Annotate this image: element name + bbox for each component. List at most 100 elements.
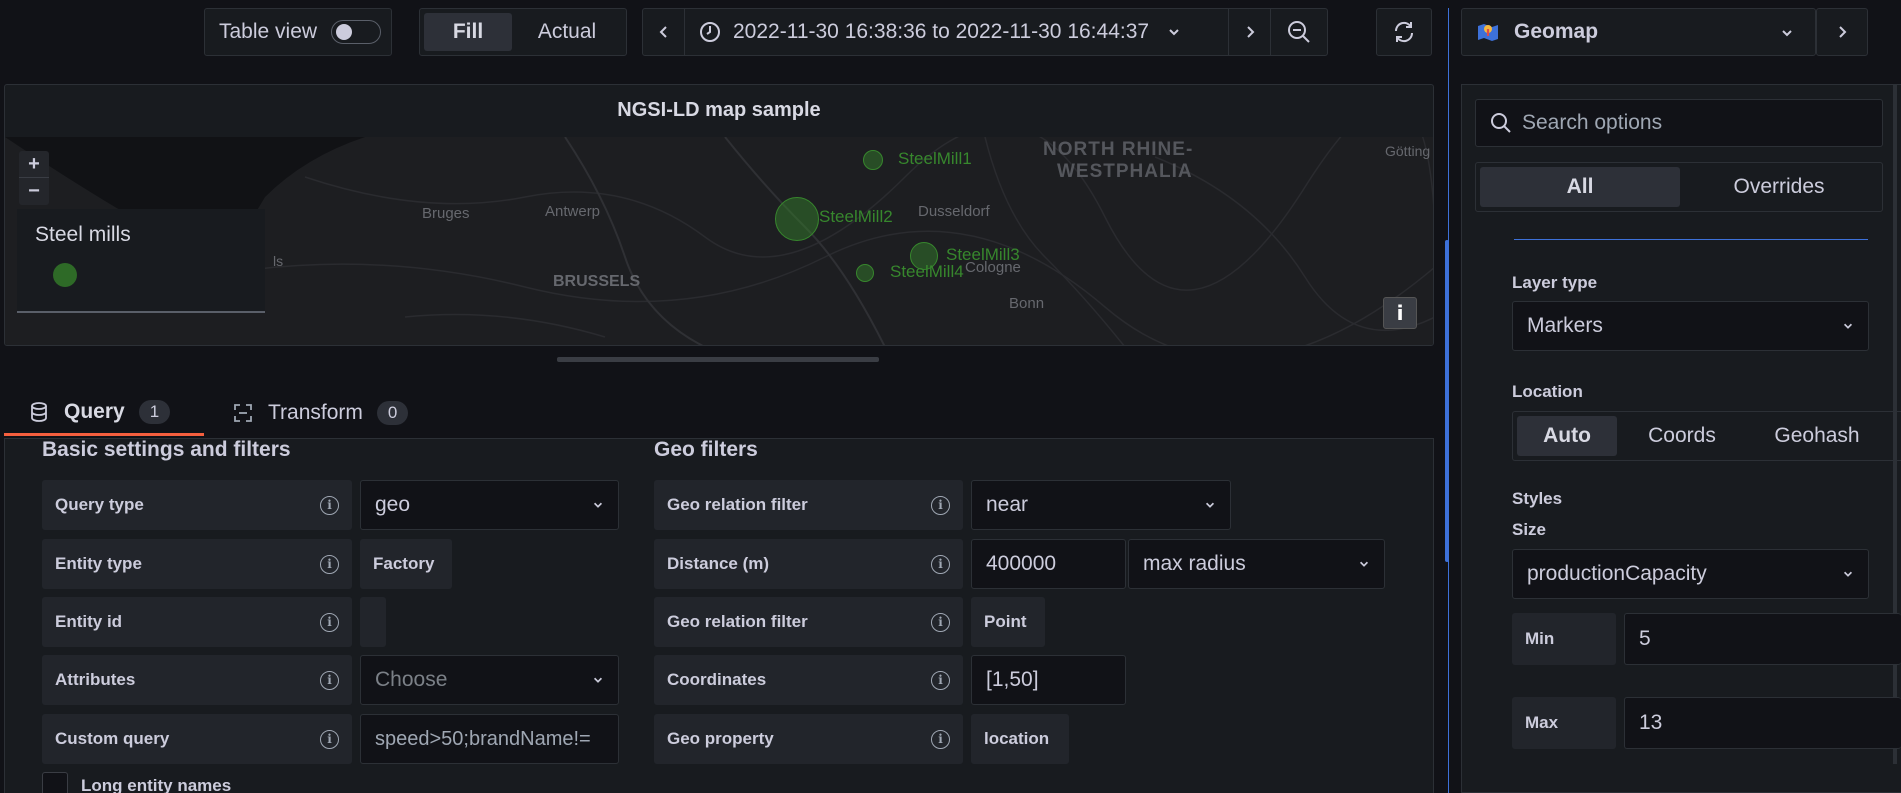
map-area[interactable]: NORTH RHINE- WESTPHALIA Bruges Antwerp D… [5, 137, 1433, 345]
query-type-label: Query type i [42, 480, 352, 530]
collapse-options-button[interactable] [1816, 8, 1868, 56]
location-coords[interactable]: Coords [1617, 416, 1747, 456]
coordinates-label: Coordinates i [654, 655, 963, 705]
section-divider [1514, 239, 1868, 240]
transform-icon [234, 404, 252, 422]
long-names-checkbox[interactable] [42, 772, 68, 793]
geometry-label: Geo relation filter i [654, 597, 963, 647]
basic-settings-title: Basic settings and filters [42, 438, 291, 461]
map-label-antwerp: Antwerp [545, 203, 601, 220]
location-auto[interactable]: Auto [1517, 416, 1617, 456]
table-view-toggle[interactable]: Table view [204, 8, 392, 56]
tab-transform[interactable]: Transform 0 [232, 390, 442, 436]
size-field-select[interactable]: productionCapacity [1512, 549, 1869, 599]
marker-steelmill1[interactable] [863, 150, 883, 170]
attributes-label-text: Attributes [55, 670, 136, 689]
geo-relation-value: near [986, 493, 1029, 516]
map-label-gottingen: Götting [1385, 143, 1431, 159]
viz-picker[interactable]: Geomap [1461, 8, 1816, 56]
location-mode-group: Auto Coords Geohash [1512, 411, 1901, 461]
coordinates-input[interactable]: [1,50] [971, 655, 1126, 705]
styles-label: Styles [1512, 489, 1563, 508]
layer-type-select[interactable]: Markers [1512, 301, 1869, 351]
tab-overrides[interactable]: Overrides [1680, 167, 1878, 207]
map-zoom-out-button[interactable]: − [19, 178, 49, 205]
map-label-region1: NORTH RHINE- [1043, 139, 1194, 160]
search-options-input[interactable]: Search options [1475, 99, 1883, 147]
marker-steelmill4[interactable] [856, 264, 874, 282]
tab-query-label: Query [64, 399, 125, 423]
custom-query-label: Custom query i [42, 714, 352, 764]
viz-name: Geomap [1514, 20, 1599, 43]
zoom-out-icon [1288, 21, 1310, 43]
geometry-value[interactable]: Point [971, 597, 1045, 647]
entity-id-input[interactable] [360, 597, 386, 647]
size-field-value: productionCapacity [1527, 562, 1707, 585]
time-range-picker: 2022-11-30 16:38:36 to 2022-11-30 16:44:… [642, 8, 1328, 56]
panel-title[interactable]: NGSI-LD map sample [5, 99, 1433, 122]
min-input[interactable]: 5 [1624, 613, 1901, 665]
panel-resize-handle[interactable] [557, 357, 879, 362]
marker-label-steelmill4: SteelMill4 [890, 262, 964, 281]
legend-marker [53, 263, 77, 287]
max-value: 13 [1639, 711, 1663, 734]
info-icon[interactable]: i [931, 729, 950, 749]
pane-divider[interactable] [1448, 8, 1449, 793]
time-back-button[interactable] [643, 9, 685, 55]
chevron-down-icon [1782, 30, 1792, 37]
fill-button[interactable]: Fill [424, 13, 512, 51]
refresh-icon [1394, 21, 1414, 43]
max-input[interactable]: 13 [1624, 697, 1901, 749]
info-icon[interactable]: i [931, 670, 950, 690]
panel: NGSI-LD map sample NORTH RHINE- WESTPHAL… [4, 84, 1434, 346]
time-forward-button[interactable] [1229, 9, 1271, 55]
map-label-lille: ls [273, 253, 284, 269]
fill-actual-group: Fill Actual [419, 8, 627, 56]
info-icon[interactable]: i [320, 729, 339, 749]
time-range-button[interactable]: 2022-11-30 16:38:36 to 2022-11-30 16:44:… [685, 9, 1229, 55]
refresh-button[interactable] [1376, 8, 1432, 56]
attributes-label: Attributes i [42, 655, 352, 705]
chevron-down-icon [1169, 29, 1179, 36]
query-type-select[interactable]: geo [360, 480, 619, 530]
custom-query-label-text: Custom query [55, 729, 170, 748]
location-geohash[interactable]: Geohash [1747, 416, 1887, 456]
geo-relation-label: Geo relation filter i [654, 480, 963, 530]
entity-id-label-text: Entity id [55, 612, 123, 631]
tab-transform-label: Transform [268, 401, 363, 424]
zoom-out-time-button[interactable] [1271, 9, 1327, 55]
map-zoom-in-button[interactable]: + [19, 151, 49, 178]
info-icon[interactable]: i [320, 670, 339, 690]
info-icon[interactable]: i [931, 495, 950, 515]
info-icon[interactable]: i [320, 495, 339, 515]
tab-all[interactable]: All [1480, 167, 1680, 207]
layer-type-value: Markers [1527, 314, 1603, 337]
query-type-label-text: Query type [55, 495, 144, 514]
chevron-down-icon [1843, 571, 1853, 577]
custom-query-input[interactable]: speed>50;brandName!= [360, 714, 619, 764]
entity-type-value[interactable]: Factory [360, 539, 452, 589]
info-icon[interactable]: i [320, 554, 339, 574]
toggle-switch[interactable] [331, 20, 382, 44]
location-label: Location [1512, 382, 1583, 401]
query-type-value: geo [375, 493, 411, 516]
info-icon[interactable]: i [320, 612, 339, 632]
min-label: Min [1512, 613, 1616, 665]
map-info-button[interactable]: i [1383, 297, 1417, 329]
tab-query[interactable]: Query 1 [4, 390, 204, 436]
chevron-right-icon [1246, 26, 1254, 38]
legend-title: Steel mills [35, 223, 131, 246]
attributes-select[interactable]: Choose [360, 655, 619, 705]
distance-input[interactable]: 400000 [971, 539, 1126, 589]
actual-button[interactable]: Actual [512, 20, 622, 44]
info-icon[interactable]: i [931, 612, 950, 632]
info-icon[interactable]: i [931, 554, 950, 574]
search-icon [1491, 113, 1511, 133]
chevron-left-icon [659, 26, 667, 38]
map-label-region2: WESTPHALIA [1057, 161, 1193, 182]
distance-mode-select[interactable]: max radius [1128, 539, 1385, 589]
marker-steelmill2[interactable] [775, 197, 819, 241]
geo-property-value[interactable]: location [971, 714, 1069, 764]
chevron-down-icon [1359, 561, 1369, 567]
geo-relation-select[interactable]: near [971, 480, 1231, 530]
